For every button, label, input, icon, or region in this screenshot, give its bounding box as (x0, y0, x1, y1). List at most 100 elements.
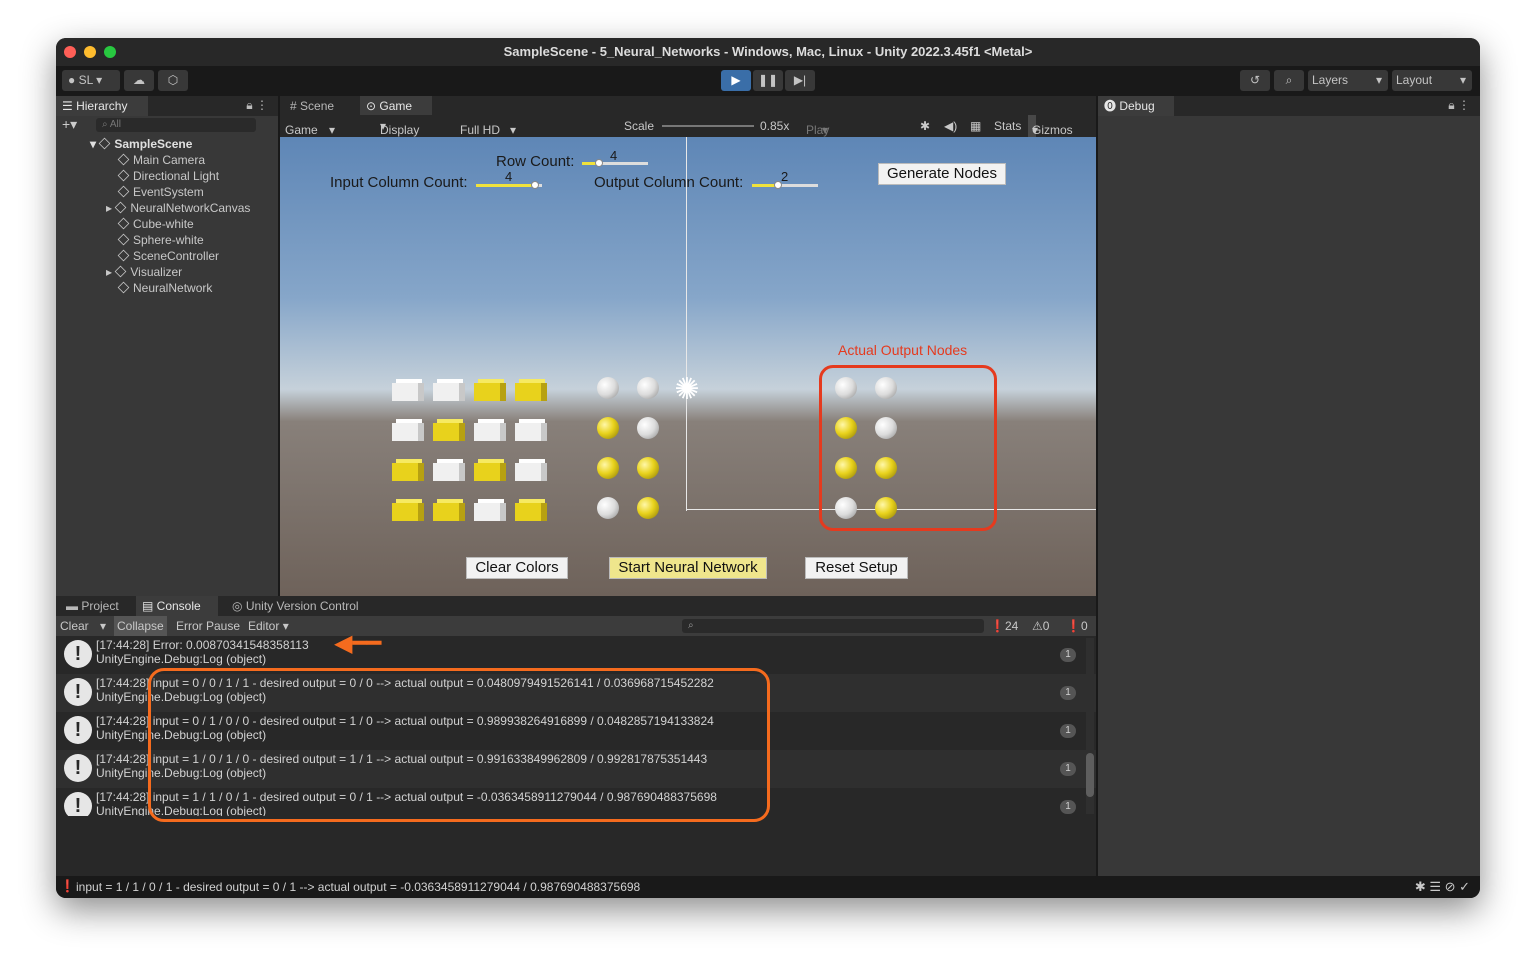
desired-sphere-yellow (597, 417, 619, 439)
unity-window: SampleScene - 5_Neural_Networks - Window… (56, 38, 1480, 898)
chevron-down-icon[interactable]: ▾ (100, 619, 106, 633)
generate-nodes-button[interactable]: Generate Nodes (878, 163, 1006, 185)
tab-scene[interactable]: # Scene (284, 96, 360, 116)
console-scrollbar[interactable] (1086, 638, 1094, 814)
tab-debug[interactable]: ⓿ Debug (1098, 96, 1174, 116)
log-info-icon: ! (64, 678, 92, 706)
layers-dropdown[interactable]: Layers ▾ (1308, 70, 1388, 91)
start-neural-network-button[interactable]: Start Neural Network (609, 557, 767, 579)
reset-setup-button[interactable]: Reset Setup (805, 557, 908, 579)
bug-icon[interactable]: ✱ (920, 119, 930, 133)
hierarchy-item-label: NeuralNetworkCanvas (130, 201, 251, 215)
display-dropdown[interactable]: Display 1 ▾ (380, 119, 419, 151)
status-bar: ❗ input = 1 / 1 / 0 / 1 - desired output… (56, 876, 1480, 898)
pause-button[interactable]: ❚❚ (753, 70, 783, 91)
tab-scene-label: Scene (300, 99, 335, 113)
input-column-fill (476, 184, 536, 187)
status-icons[interactable]: ✱ ☰ ⊘ ✓ (1415, 879, 1470, 895)
scene-icon (99, 137, 111, 150)
step-button[interactable]: ▶| (785, 70, 815, 91)
log-count-badge: 1 (1060, 686, 1076, 700)
input-cube-white (392, 419, 424, 441)
scene-root[interactable]: ▾ SampleScene (90, 136, 311, 152)
chevron-down-icon: ▾ (1375, 73, 1382, 87)
log-info-icon: ! (64, 754, 92, 782)
row-count-knob[interactable] (594, 159, 603, 167)
input-column-slider[interactable] (476, 181, 542, 189)
stats-button[interactable]: Stats (994, 119, 1021, 133)
lock-icon[interactable]: 🔒︎ ⋮ (246, 98, 268, 113)
status-text[interactable]: input = 1 / 1 / 0 / 1 - desired output =… (76, 880, 640, 894)
game-view-toolbar: Game▾ Display 1 ▾ Full HD (1920x1080)▾ S… (280, 115, 1096, 151)
tab-project[interactable]: ▬ Project (60, 596, 136, 616)
debug-panel: ⓿ Debug 🔒︎ ⋮ (1098, 96, 1480, 876)
chevron-down-icon: ▾ (822, 123, 829, 137)
gameobject-icon (117, 281, 130, 294)
tab-debug-label: Debug (1119, 99, 1155, 113)
hierarchy-item-label: SceneController (133, 249, 220, 263)
history-icon[interactable]: ↺ (1240, 70, 1270, 91)
console-scroll-thumb[interactable] (1086, 753, 1094, 797)
keyboard-icon[interactable]: ▦ (970, 119, 981, 133)
tab-hierarchy[interactable]: ☰ Hierarchy (56, 96, 148, 116)
console-toolbar: Clear ▾ Collapse Error Pause Editor ▾ ⌕ … (56, 616, 1096, 636)
row-count-label: Row Count: (496, 153, 575, 170)
tab-game[interactable]: ⊙ Game (360, 96, 432, 116)
editor-label: Editor (248, 619, 280, 633)
clear-button[interactable]: Clear (60, 619, 89, 633)
desired-sphere-white (637, 377, 659, 399)
hierarchy-panel: ☰ Hierarchy 🔒︎ ⋮ +▾ ⌕ All ▾ SampleScene … (56, 96, 278, 596)
log-info-icon: ! (64, 792, 92, 816)
clear-colors-button[interactable]: Clear Colors (466, 557, 568, 579)
scale-label: Scale (624, 119, 655, 133)
input-column-knob[interactable] (531, 181, 540, 189)
collab-icon[interactable]: ⬡ (158, 70, 188, 91)
gameobject-icon (117, 249, 130, 262)
play-button[interactable]: ▶ (721, 70, 751, 91)
account-icon: ● (68, 73, 76, 87)
output-column-slider[interactable] (752, 181, 818, 189)
log-count-toggle[interactable]: ❗24 (990, 619, 1018, 633)
input-cube-white (392, 379, 424, 401)
gameobject-icon (115, 201, 127, 214)
hierarchy-item-label: NeuralNetwork (133, 281, 213, 295)
add-icon[interactable]: +▾ (62, 116, 77, 133)
gameobject-icon (117, 217, 130, 230)
hierarchy-item-label: EventSystem (133, 185, 204, 199)
audio-icon[interactable]: ◀) (944, 119, 957, 133)
tab-uvc-label: Unity Version Control (245, 599, 359, 613)
error-count-toggle[interactable]: ❗0 (1066, 619, 1088, 633)
tab-project-label: Project (81, 599, 119, 613)
warning-count-toggle[interactable]: ⚠0 (1032, 619, 1049, 633)
desired-sphere-yellow (637, 497, 659, 519)
hierarchy-item-label: Sphere-white (133, 233, 204, 247)
hierarchy-search-row: +▾ ⌕ All (56, 116, 278, 134)
hierarchy-item-label: Visualizer (130, 265, 183, 279)
collapse-button[interactable]: Collapse (114, 616, 167, 636)
hierarchy-search-input[interactable]: ⌕ All (96, 118, 256, 132)
chevron-down-icon: ▾ (1459, 73, 1466, 87)
input-cube-yellow (433, 419, 465, 441)
lock-icon[interactable]: 🔒︎ ⋮ (1448, 98, 1470, 113)
account-dropdown[interactable]: ● SL ▾ (62, 70, 120, 91)
gizmos-button[interactable]: Gizmos ▾ (1028, 115, 1073, 137)
input-cube-yellow (474, 379, 506, 401)
layout-dropdown[interactable]: Layout ▾ (1392, 70, 1472, 91)
desired-sphere-yellow (637, 457, 659, 479)
chevron-down-icon: ▾ (329, 123, 336, 137)
console-search-input[interactable]: ⌕ (682, 619, 984, 633)
editor-dropdown[interactable]: Editor ▾ (248, 619, 289, 633)
error-pause-button[interactable]: Error Pause (176, 619, 240, 633)
tab-console-label: Console (156, 599, 201, 613)
desired-sphere-white (597, 377, 619, 399)
log-info-icon: ! (64, 716, 92, 744)
cloud-icon[interactable]: ☁ (124, 70, 154, 91)
tab-unity-version-control[interactable]: ◎ Unity Version Control (226, 596, 386, 616)
hierarchy-item-label: Main Camera (133, 153, 206, 167)
search-icon[interactable]: ⌕ (1274, 70, 1304, 91)
input-cube-yellow (515, 379, 547, 401)
debug-content (1098, 116, 1480, 876)
tab-console[interactable]: ▤ Console (136, 596, 218, 616)
game-viewport[interactable]: Row Count: 4 Input Column Count: 4 Outpu… (280, 137, 1096, 596)
scale-slider[interactable] (662, 125, 754, 127)
